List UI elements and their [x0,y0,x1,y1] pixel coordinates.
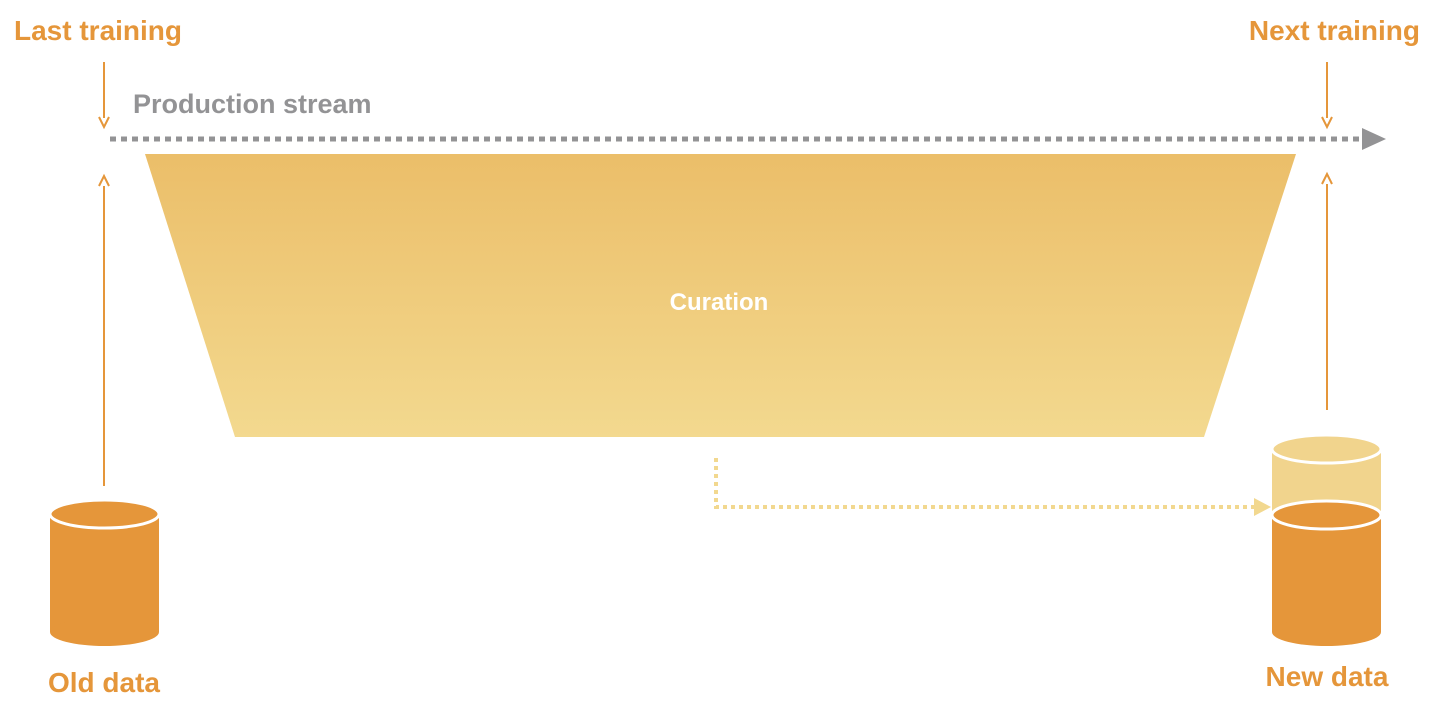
curation-label: Curation [670,289,769,316]
curation-to-new-data-arrow [714,458,1271,516]
last-training-down-arrow [98,62,110,130]
new-data-cylinder-icon [1270,433,1383,646]
new-data-label: New data [1266,661,1389,692]
production-stream-label: Production stream [133,89,372,119]
next-training-label: Next training [1249,15,1420,46]
new-data-up-arrow [1321,171,1333,410]
curation-diagram: Last training Next training Production s… [14,15,1420,698]
old-data-label: Old data [48,667,160,698]
next-training-down-arrow [1321,62,1333,130]
old-data-cylinder-icon [48,498,161,646]
last-training-label: Last training [14,15,182,46]
old-data-up-arrow [98,173,110,486]
production-stream-arrow [110,128,1386,150]
